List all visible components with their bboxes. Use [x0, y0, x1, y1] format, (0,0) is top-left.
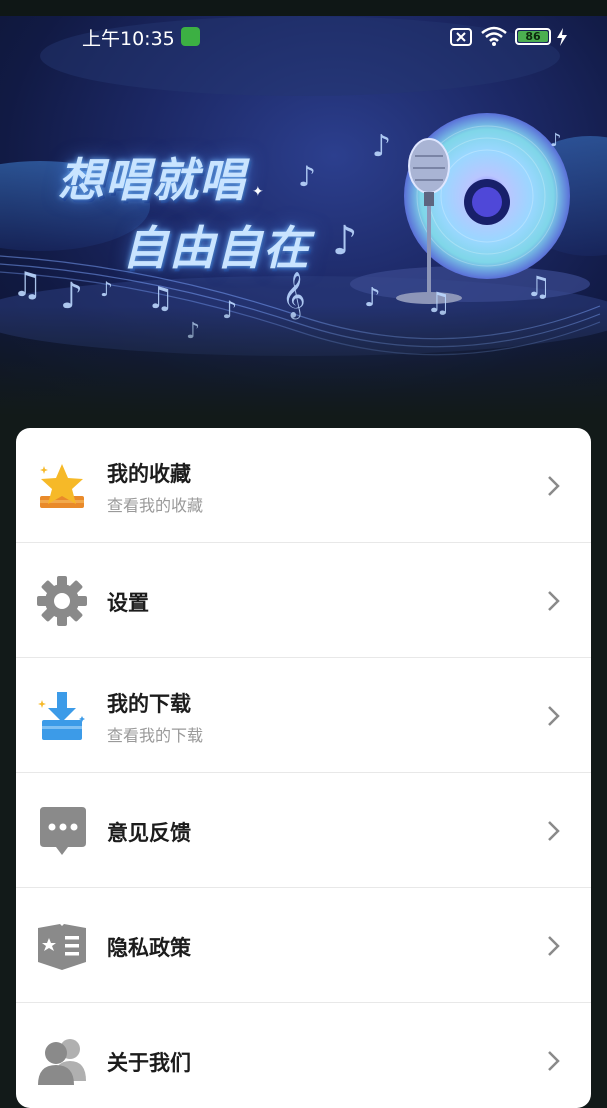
chevron-right-icon [548, 476, 560, 496]
svg-text:♫: ♫ [12, 265, 42, 305]
status-bar: 上午10:35 86 [0, 18, 607, 54]
gear-icon [37, 576, 87, 626]
chevron-right-icon [548, 591, 560, 611]
menu-title-about: 关于我们 [107, 1051, 191, 1075]
svg-text:♫: ♫ [526, 270, 551, 303]
menu-item-favorites[interactable]: 我的收藏 查看我的收藏 [16, 428, 591, 543]
menu-item-downloads[interactable]: 我的下载 查看我的下载 [16, 658, 591, 773]
chevron-right-icon [548, 821, 560, 841]
menu-subtitle-favorites: 查看我的收藏 [107, 496, 204, 515]
menu-title-settings: 设置 [107, 591, 149, 615]
banner-fade [0, 306, 607, 416]
menu-item-about[interactable]: 关于我们 [16, 1003, 591, 1108]
wifi-icon [481, 26, 507, 46]
battery-level: 86 [518, 31, 548, 42]
menu-title-privacy: 隐私政策 [107, 936, 191, 960]
menu-card: 我的收藏 查看我的收藏 设置 我的下载 查看我的下载 意见反馈 隐私政策 关于我… [16, 428, 591, 1108]
shield-book-icon [38, 924, 86, 970]
chevron-right-icon [548, 706, 560, 726]
chevron-right-icon [548, 1051, 560, 1071]
svg-text:♪: ♪ [332, 218, 358, 264]
header-banner: ♪ ♪ ♪ ♪ ♫ ♪ ♪ ♫ ♪ ♪ 𝄞 ♪ ♫ ♫ ✦ 想唱就唱 自由自在 [0, 16, 607, 416]
menu-item-feedback[interactable]: 意见反馈 [16, 773, 591, 888]
battery-icon: 86 [515, 28, 551, 45]
status-time: 上午10:35 [82, 28, 175, 50]
star-icon [40, 464, 84, 508]
no-sim-icon [450, 28, 472, 46]
svg-text:♪: ♪ [298, 160, 316, 193]
top-edge [0, 0, 607, 16]
svg-text:♪: ♪ [372, 129, 391, 164]
slogan-line-1: 想唱就唱 [58, 153, 246, 207]
chat-bubble-icon [40, 807, 86, 855]
menu-title-feedback: 意见反馈 [107, 821, 191, 845]
slogan-line-2: 自由自在 [122, 221, 310, 275]
download-icon [38, 692, 85, 740]
svg-text:♪: ♪ [550, 130, 562, 151]
menu-title-downloads: 我的下载 [107, 692, 191, 716]
notification-app-icon [181, 27, 200, 46]
chevron-right-icon [548, 936, 560, 956]
svg-text:✦: ✦ [252, 184, 264, 200]
menu-title-favorites: 我的收藏 [107, 462, 191, 486]
svg-text:♪: ♪ [100, 277, 113, 301]
users-icon [38, 1039, 86, 1085]
menu-item-privacy[interactable]: 隐私政策 [16, 888, 591, 1003]
menu-item-settings[interactable]: 设置 [16, 543, 591, 658]
charging-icon [557, 28, 567, 46]
menu-subtitle-downloads: 查看我的下载 [107, 726, 204, 745]
